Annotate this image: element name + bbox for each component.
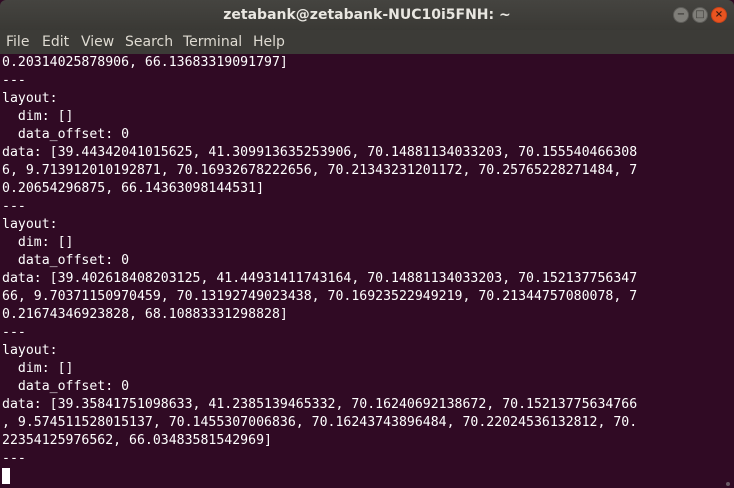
- terminal-line: 0.20654296875, 66.14363098144531]: [2, 181, 265, 196]
- menu-edit[interactable]: Edit: [42, 30, 69, 54]
- terminal-line: layout:: [2, 217, 58, 232]
- terminal-line: layout:: [2, 91, 58, 106]
- terminal-line: data_offset: 0: [2, 379, 130, 394]
- terminal-line: 66, 9.70371150970459, 70.13192749023438,…: [2, 289, 638, 304]
- terminal-line: data: [39.44342041015625, 41.30991363525…: [2, 145, 638, 160]
- terminal-line: ---: [2, 73, 26, 88]
- terminal-line: layout:: [2, 343, 58, 358]
- menu-terminal[interactable]: Terminal: [183, 30, 242, 54]
- text-cursor: [2, 468, 10, 484]
- menu-file[interactable]: File: [6, 30, 29, 54]
- menu-help[interactable]: Help: [253, 30, 285, 54]
- menu-bar: File Edit View Search Terminal Help: [0, 30, 734, 54]
- terminal-line: data: [39.402618408203125, 41.4493141174…: [2, 271, 638, 286]
- terminal-output[interactable]: 0.20314025878906, 66.13683319091797] ---…: [0, 54, 722, 488]
- terminal-window: zetabank@zetabank-NUC10i5FNH: ~ − □ × Fi…: [0, 0, 734, 488]
- terminal-line: 0.21674346923828, 68.10883331298828]: [2, 307, 288, 322]
- terminal-line: dim: []: [2, 109, 74, 124]
- scrollbar-thumb[interactable]: [726, 482, 730, 486]
- terminal-line: dim: []: [2, 235, 74, 250]
- terminal-line: 6, 9.713912010192871, 70.16932678222656,…: [2, 163, 638, 178]
- scrollbar[interactable]: [722, 54, 734, 488]
- menu-view[interactable]: View: [81, 30, 114, 54]
- title-bar[interactable]: zetabank@zetabank-NUC10i5FNH: ~ − □ ×: [0, 0, 734, 30]
- terminal-line: ---: [2, 451, 26, 466]
- terminal-line: 22354125976562, 66.03483581542969]: [2, 433, 272, 448]
- menu-search[interactable]: Search: [125, 30, 173, 54]
- terminal-line: data_offset: 0: [2, 253, 130, 268]
- close-icon[interactable]: ×: [711, 7, 727, 23]
- terminal-line: ---: [2, 325, 26, 340]
- window-title: zetabank@zetabank-NUC10i5FNH: ~: [223, 7, 511, 23]
- terminal-line: 0.20314025878906, 66.13683319091797]: [2, 55, 288, 70]
- minimize-icon[interactable]: −: [673, 7, 689, 23]
- maximize-icon[interactable]: □: [692, 7, 708, 23]
- terminal-line: data_offset: 0: [2, 127, 130, 142]
- terminal-line: dim: []: [2, 361, 74, 376]
- terminal-line: , 9.574511528015137, 70.1455307006836, 7…: [2, 415, 638, 430]
- prompt-line[interactable]: [0, 468, 722, 486]
- terminal-line: ---: [2, 199, 26, 214]
- terminal-line: data: [39.35841751098633, 41.23851394653…: [2, 397, 638, 412]
